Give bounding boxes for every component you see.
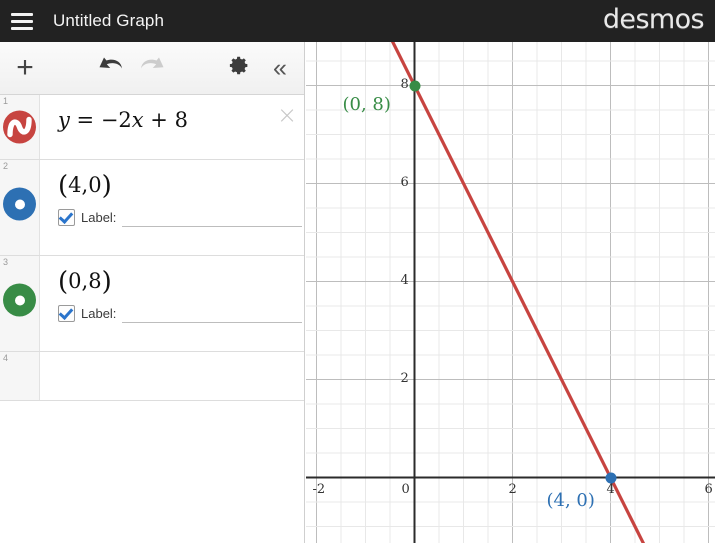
label-caption: Label: — [81, 209, 117, 225]
row-index: 1 — [3, 96, 9, 106]
row-index: 3 — [3, 257, 9, 267]
x-axis-tick-label: 6 — [704, 481, 713, 497]
expression-body[interactable]: (4,0) × Label: — [40, 160, 304, 255]
label-caption: Label: — [81, 305, 117, 321]
point-label: (4, 0) — [546, 489, 595, 511]
x-axis-tick-label: -2 — [312, 481, 326, 497]
label-input[interactable] — [122, 303, 303, 323]
desmos-logo: desmos — [602, 4, 705, 35]
gear-icon — [229, 55, 250, 81]
desmos-app: Untitled Graph desmos + « 1 y = −2x + 8 … — [0, 0, 715, 543]
redo-arrow-icon — [139, 56, 165, 81]
expression-gutter: 4 — [0, 352, 40, 400]
expression-math-3[interactable]: (0,8) — [58, 264, 304, 299]
delete-expression-button[interactable]: × — [276, 103, 298, 127]
graph-canvas[interactable]: -2 0 2 4 6 2 4 6 8 (4, 0) (0, 8) — [306, 42, 715, 543]
expression-row-4[interactable]: 4 — [0, 352, 304, 401]
expression-gutter: 2 — [0, 160, 40, 255]
row-index: 4 — [3, 353, 9, 363]
expression-gutter: 1 — [0, 95, 40, 159]
y-axis-tick-label: 4 — [400, 272, 409, 288]
page-title[interactable]: Untitled Graph — [53, 11, 164, 31]
expression-row-3[interactable]: 3 (0,8) × Label: — [0, 256, 304, 352]
label-option-row: Label: — [58, 207, 304, 227]
hamburger-icon[interactable] — [11, 12, 33, 30]
point-label: (0, 8) — [342, 93, 391, 115]
undo-button[interactable] — [90, 42, 132, 94]
y-axis-tick-label: 8 — [400, 76, 409, 92]
redo-button[interactable] — [131, 42, 173, 94]
y-axis-tick-label: 6 — [400, 174, 409, 190]
collapse-panel-button[interactable]: « — [259, 42, 301, 94]
undo-arrow-icon — [98, 56, 124, 81]
y-axis-tick-label: 2 — [400, 370, 409, 386]
label-input[interactable] — [122, 207, 303, 227]
plotted-point[interactable] — [605, 472, 616, 483]
label-checkbox[interactable] — [58, 304, 75, 322]
x-axis-tick-label: 2 — [508, 481, 517, 497]
expression-body[interactable]: y = −2x + 8 × — [40, 95, 304, 159]
row-index: 2 — [3, 161, 9, 171]
point-icon[interactable] — [3, 283, 36, 317]
expression-panel: + « 1 y = −2x + 8 × 2 (4,0) Label: 3 (0,… — [0, 42, 305, 543]
x-axis-tick-label: 4 — [606, 481, 615, 497]
expression-row-2[interactable]: 2 (4,0) × Label: — [0, 160, 304, 256]
expression-toolbar: + « — [0, 42, 304, 95]
plotted-point[interactable] — [409, 80, 420, 91]
expression-math-1[interactable]: y = −2x + 8 — [58, 103, 270, 137]
expression-gutter: 3 — [0, 256, 40, 351]
graph-grid — [306, 42, 715, 543]
point-icon[interactable] — [3, 187, 36, 221]
app-header: Untitled Graph desmos — [0, 0, 715, 42]
label-checkbox[interactable] — [58, 208, 75, 226]
expression-list: 1 y = −2x + 8 × 2 (4,0) Label: 3 (0,8) L… — [0, 95, 304, 401]
curve-icon[interactable] — [3, 110, 36, 144]
settings-button[interactable] — [219, 42, 259, 94]
expression-body[interactable]: (0,8) × Label: — [40, 256, 304, 351]
label-option-row: Label: — [58, 303, 304, 323]
x-axis-tick-label: 0 — [401, 481, 410, 497]
add-expression-button[interactable]: + — [4, 42, 46, 94]
expression-body[interactable] — [40, 352, 304, 400]
expression-math-2[interactable]: (4,0) — [58, 168, 304, 203]
expression-row-1[interactable]: 1 y = −2x + 8 × — [0, 95, 304, 160]
